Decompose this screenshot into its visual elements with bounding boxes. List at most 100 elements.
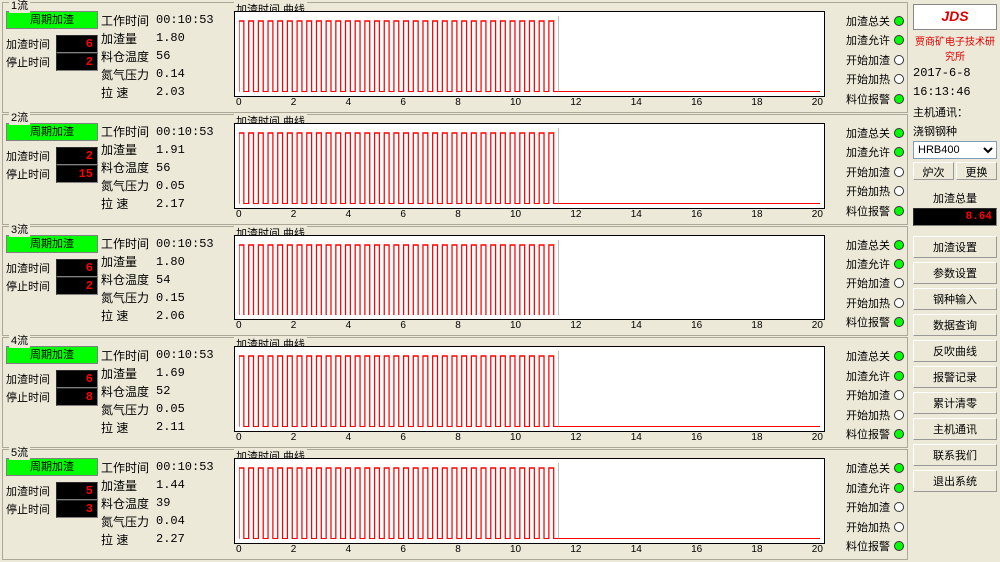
chart-xaxis: 02468101214161820 <box>234 544 825 556</box>
work-time-label: 工作时间 <box>101 459 156 476</box>
speed-label: 拉 速 <box>101 195 156 212</box>
led-row-4-4: 料位报警 <box>828 538 904 554</box>
led-dot-icon <box>894 186 904 196</box>
led-label: 加渣总关 <box>846 13 890 29</box>
work-time-label: 工作时间 <box>101 123 156 140</box>
led-dot-icon <box>894 371 904 381</box>
led-label: 料位报警 <box>846 314 890 330</box>
temp-value: 39 <box>156 496 226 510</box>
steel-select[interactable]: HRB400 <box>913 141 997 159</box>
add-time-label: 加渣时间 <box>6 36 56 52</box>
side-button-9[interactable]: 退出系统 <box>913 470 997 492</box>
led-row-0-3: 开始加热 <box>828 71 904 87</box>
n2-label: 氮气压力 <box>101 66 156 83</box>
led-label: 加渣允许 <box>846 256 890 272</box>
add-time-value: 6 <box>56 259 98 277</box>
side-button-6[interactable]: 累计清零 <box>913 392 997 414</box>
n2-value: 0.05 <box>156 402 226 416</box>
temp-value: 52 <box>156 384 226 398</box>
chart-4 <box>234 346 825 432</box>
led-label: 开始加热 <box>846 519 890 535</box>
cycle-button-3[interactable]: 周期加渣 <box>6 235 98 253</box>
n2-value: 0.05 <box>156 179 226 193</box>
work-time-value: 00:10:53 <box>156 348 226 362</box>
led-label: 料位报警 <box>846 426 890 442</box>
addqty-value: 1.80 <box>156 255 226 269</box>
n2-value: 0.15 <box>156 291 226 305</box>
work-time-value: 00:10:53 <box>156 460 226 474</box>
led-column: 加渣总关 加渣允许 开始加渣 开始加热 料位报警 <box>828 123 904 221</box>
side-button-4[interactable]: 反吹曲线 <box>913 340 997 362</box>
led-dot-icon <box>894 429 904 439</box>
panel-1: 1流 周期加渣 加渣时间6 停止时间2 工作时间00:10:53 加渣量1.80… <box>2 2 908 113</box>
led-row-4-1: 加渣允许 <box>828 480 904 496</box>
side-button-8[interactable]: 联系我们 <box>913 444 997 466</box>
chart-xaxis: 02468101214161820 <box>234 209 825 221</box>
addqty-label: 加渣量 <box>101 253 156 270</box>
led-row-1-4: 料位报警 <box>828 203 904 219</box>
addqty-value: 1.69 <box>156 366 226 380</box>
temp-label: 料仓温度 <box>101 271 156 288</box>
stop-time-label: 停止时间 <box>6 389 56 405</box>
led-label: 开始加热 <box>846 71 890 87</box>
temp-label: 料仓温度 <box>101 383 156 400</box>
cycle-button-5[interactable]: 周期加渣 <box>6 458 98 476</box>
led-row-0-1: 加渣允许 <box>828 32 904 48</box>
led-column: 加渣总关 加渣允许 开始加渣 开始加热 料位报警 <box>828 458 904 556</box>
led-label: 开始加热 <box>846 183 890 199</box>
speed-label: 拉 速 <box>101 419 156 436</box>
chart-2 <box>234 123 825 209</box>
stop-time-value: 2 <box>56 53 98 71</box>
led-row-1-0: 加渣总关 <box>828 125 904 141</box>
led-row-1-2: 开始加渣 <box>828 164 904 180</box>
side-button-5[interactable]: 报警记录 <box>913 366 997 388</box>
led-row-2-1: 加渣允许 <box>828 256 904 272</box>
led-row-4-0: 加渣总关 <box>828 460 904 476</box>
work-time-label: 工作时间 <box>101 347 156 364</box>
side-button-1[interactable]: 参数设置 <box>913 262 997 284</box>
led-label: 开始加渣 <box>846 52 890 68</box>
side-button-7[interactable]: 主机通讯 <box>913 418 997 440</box>
side-button-0[interactable]: 加渣设置 <box>913 236 997 258</box>
led-dot-icon <box>894 94 904 104</box>
stop-time-value: 8 <box>56 388 98 406</box>
led-row-2-0: 加渣总关 <box>828 237 904 253</box>
addqty-label: 加渣量 <box>101 141 156 158</box>
led-dot-icon <box>894 317 904 327</box>
cycle-button-4[interactable]: 周期加渣 <box>6 346 98 364</box>
add-time-value: 6 <box>56 370 98 388</box>
led-dot-icon <box>894 502 904 512</box>
stop-time-label: 停止时间 <box>6 54 56 70</box>
led-row-1-3: 开始加热 <box>828 183 904 199</box>
n2-label: 氮气压力 <box>101 513 156 530</box>
led-label: 加渣允许 <box>846 32 890 48</box>
addqty-value: 1.91 <box>156 143 226 157</box>
led-row-3-2: 开始加渣 <box>828 387 904 403</box>
cycle-button-1[interactable]: 周期加渣 <box>6 11 98 29</box>
led-column: 加渣总关 加渣允许 开始加渣 开始加热 料位报警 <box>828 346 904 444</box>
panel-title: 5流 <box>9 444 30 460</box>
panel-title: 4流 <box>9 332 30 348</box>
cycle-button-2[interactable]: 周期加渣 <box>6 123 98 141</box>
led-dot-icon <box>894 410 904 420</box>
led-row-3-0: 加渣总关 <box>828 348 904 364</box>
speed-value: 2.06 <box>156 309 226 323</box>
led-label: 加渣总关 <box>846 237 890 253</box>
side-button-3[interactable]: 数据查询 <box>913 314 997 336</box>
add-time-label: 加渣时间 <box>6 483 56 499</box>
led-dot-icon <box>894 74 904 84</box>
led-label: 开始加渣 <box>846 164 890 180</box>
add-time-value: 6 <box>56 35 98 53</box>
led-dot-icon <box>894 522 904 532</box>
side-button-2[interactable]: 钢种输入 <box>913 288 997 310</box>
led-dot-icon <box>894 147 904 157</box>
addqty-value: 1.80 <box>156 31 226 45</box>
ladle-button[interactable]: 炉次 <box>913 162 954 180</box>
led-label: 料位报警 <box>846 538 890 554</box>
replace-button[interactable]: 更换 <box>956 162 997 180</box>
led-dot-icon <box>894 390 904 400</box>
led-dot-icon <box>894 167 904 177</box>
panel-4: 4流 周期加渣 加渣时间6 停止时间8 工作时间00:10:53 加渣量1.69… <box>2 337 908 448</box>
total-add-label: 加渣总量 <box>913 190 997 206</box>
temp-value: 56 <box>156 161 226 175</box>
